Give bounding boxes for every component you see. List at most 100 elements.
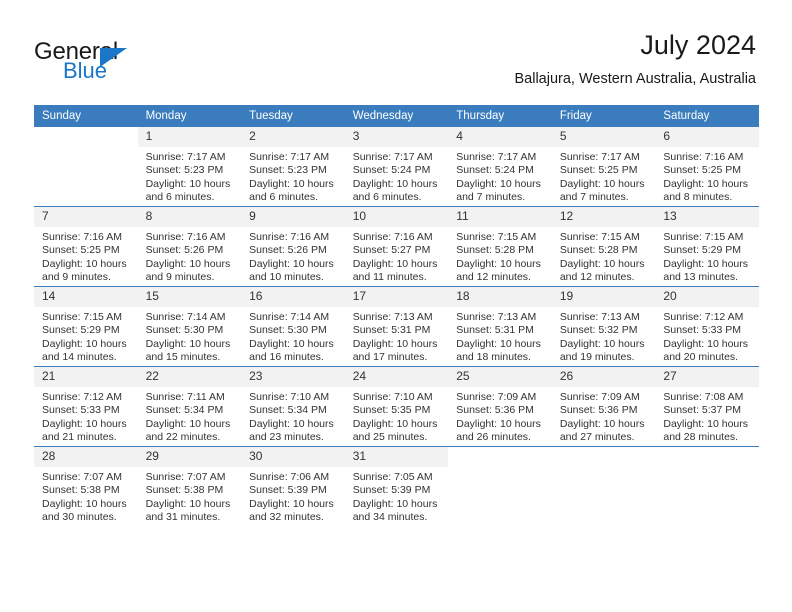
day-cell: 26 Sunrise: 7:09 AM Sunset: 5:36 PM Dayligh… [551, 367, 656, 446]
day-number: 2 [241, 127, 345, 147]
daylight-text-line1: Daylight: 10 hours [456, 257, 541, 270]
calendar-cell[interactable]: 25 Sunrise: 7:09 AM Sunset: 5:36 PM Dayligh… [448, 366, 552, 447]
sunset-text: Sunset: 5:38 PM [42, 484, 120, 497]
sunset-text: Sunset: 5:39 PM [352, 484, 431, 497]
sunrise-text: Sunrise: 7:15 AM [42, 311, 122, 323]
sunset-text: Sunset: 5:37 PM [663, 404, 742, 417]
calendar-cell[interactable]: 15 Sunrise: 7:14 AM Sunset: 5:30 PM Dayligh… [137, 286, 242, 367]
calendar-cell[interactable]: 18 Sunrise: 7:13 AM Sunset: 5:31 PM Dayligh… [448, 286, 552, 367]
calendar-cell[interactable]: 19 Sunrise: 7:13 AM Sunset: 5:32 PM Dayligh… [551, 286, 656, 367]
daylight-text-line2: and 19 minutes. [559, 351, 635, 364]
sunrise-text: Sunrise: 7:13 AM [456, 311, 537, 323]
calendar-cell[interactable]: 23 Sunrise: 7:10 AM Sunset: 5:34 PM Dayligh… [241, 366, 345, 447]
day-cell: 28 Sunrise: 7:07 AM Sunset: 5:38 PM Dayligh… [34, 447, 138, 526]
daylight-text-line2: and 21 minutes. [42, 431, 117, 444]
day-info: Sunrise: 7:17 AM Sunset: 5:25 PM Daylight:… [552, 147, 656, 205]
sunset-text: Sunset: 5:24 PM [352, 164, 431, 177]
day-number: 15 [137, 287, 242, 307]
day-cell: 11 Sunrise: 7:15 AM Sunset: 5:28 PM Dayligh… [448, 207, 552, 286]
daylight-text-line1: Daylight: 10 hours [456, 177, 541, 190]
day-info: Sunrise: 7:15 AM Sunset: 5:28 PM Daylight:… [448, 227, 552, 285]
calendar-cell[interactable]: 21 Sunrise: 7:12 AM Sunset: 5:33 PM Dayligh… [34, 366, 138, 447]
calendar-week-row: 21 Sunrise: 7:12 AM Sunset: 5:33 PM Dayligh… [34, 366, 759, 447]
sunset-text: Sunset: 5:34 PM [249, 404, 327, 417]
calendar-cell[interactable]: 26 Sunrise: 7:09 AM Sunset: 5:36 PM Dayligh… [551, 366, 656, 447]
daylight-text-line2: and 15 minutes. [145, 351, 221, 364]
day-info: Sunrise: 7:17 AM Sunset: 5:24 PM Daylight:… [448, 147, 552, 205]
sunset-text: Sunset: 5:38 PM [145, 484, 224, 497]
calendar-cell[interactable]: 27 Sunrise: 7:08 AM Sunset: 5:37 PM Dayligh… [655, 366, 759, 447]
day-number: 23 [241, 367, 345, 387]
day-info: Sunrise: 7:15 AM Sunset: 5:28 PM Daylight:… [552, 227, 656, 285]
day-cell: 25 Sunrise: 7:09 AM Sunset: 5:36 PM Dayligh… [448, 367, 552, 446]
daylight-text-line2: and 12 minutes. [456, 271, 531, 284]
title-block: July 2024 Ballajura, Western Australia, … [514, 28, 756, 90]
calendar-cell[interactable]: 8 Sunrise: 7:16 AM Sunset: 5:26 PM Daylight… [137, 206, 242, 287]
day-cell: 8 Sunrise: 7:16 AM Sunset: 5:26 PM Daylight… [137, 207, 242, 286]
sunrise-text: Sunrise: 7:16 AM [145, 231, 226, 243]
day-info: Sunrise: 7:09 AM Sunset: 5:36 PM Daylight:… [448, 387, 552, 445]
calendar-cell[interactable]: 12 Sunrise: 7:15 AM Sunset: 5:28 PM Dayligh… [551, 206, 656, 287]
day-number: 22 [137, 367, 242, 387]
calendar-cell[interactable]: 1 Sunrise: 7:17 AM Sunset: 5:23 PM Daylight… [137, 127, 242, 207]
calendar-cell[interactable]: 30 Sunrise: 7:06 AM Sunset: 5:39 PM Dayligh… [241, 446, 345, 526]
calendar-cell[interactable]: 20 Sunrise: 7:12 AM Sunset: 5:33 PM Dayligh… [655, 286, 759, 367]
calendar-cell[interactable]: 13 Sunrise: 7:15 AM Sunset: 5:29 PM Dayligh… [655, 206, 759, 287]
sunrise-text: Sunrise: 7:17 AM [145, 151, 226, 163]
calendar-cell[interactable]: 16 Sunrise: 7:14 AM Sunset: 5:30 PM Dayligh… [241, 286, 345, 367]
calendar-cell[interactable]: 9 Sunrise: 7:16 AM Sunset: 5:26 PM Daylight… [241, 206, 345, 287]
calendar-cell[interactable]: 29 Sunrise: 7:07 AM Sunset: 5:38 PM Dayligh… [137, 446, 242, 526]
day-number: 24 [344, 367, 449, 387]
sunrise-text: Sunrise: 7:09 AM [456, 391, 537, 403]
page-header: General Blue July 2024 Ballajura, Wester… [0, 0, 792, 100]
calendar-cell[interactable]: 4 Sunrise: 7:17 AM Sunset: 5:24 PM Daylight… [448, 127, 552, 207]
daylight-text-line1: Daylight: 10 hours [42, 257, 127, 270]
sunset-text: Sunset: 5:25 PM [663, 164, 742, 177]
sunrise-text: Sunrise: 7:15 AM [663, 231, 744, 243]
calendar-cell[interactable]: 5 Sunrise: 7:17 AM Sunset: 5:25 PM Daylight… [551, 127, 656, 207]
day-info: Sunrise: 7:08 AM Sunset: 5:37 PM Daylight:… [655, 387, 759, 445]
calendar-cell[interactable]: 17 Sunrise: 7:13 AM Sunset: 5:31 PM Dayligh… [344, 286, 449, 367]
day-info: Sunrise: 7:13 AM Sunset: 5:31 PM Daylight:… [345, 307, 449, 365]
sunset-text: Sunset: 5:27 PM [352, 244, 431, 257]
calendar-cell [551, 446, 656, 526]
sunrise-text: Sunrise: 7:17 AM [352, 151, 433, 163]
calendar-cell[interactable]: 24 Sunrise: 7:10 AM Sunset: 5:35 PM Dayligh… [344, 366, 449, 447]
day-cell-empty [448, 447, 552, 526]
calendar-cell[interactable]: 7 Sunrise: 7:16 AM Sunset: 5:25 PM Daylight… [34, 206, 138, 287]
calendar-header-row: Sunday Monday Tuesday Wednesday Thursday… [34, 105, 759, 127]
day-cell: 15 Sunrise: 7:14 AM Sunset: 5:30 PM Dayligh… [137, 287, 242, 366]
daylight-text-line2: and 28 minutes. [663, 431, 739, 444]
day-cell: 27 Sunrise: 7:08 AM Sunset: 5:37 PM Dayligh… [655, 367, 759, 446]
day-info: Sunrise: 7:12 AM Sunset: 5:33 PM Daylight:… [655, 307, 759, 365]
calendar-cell[interactable]: 31 Sunrise: 7:05 AM Sunset: 5:39 PM Dayligh… [344, 446, 449, 526]
calendar-cell[interactable]: 11 Sunrise: 7:15 AM Sunset: 5:28 PM Dayligh… [448, 206, 552, 287]
day-info: Sunrise: 7:11 AM Sunset: 5:34 PM Daylight:… [138, 387, 242, 445]
general-blue-logo[interactable]: General Blue [34, 38, 234, 88]
sunrise-text: Sunrise: 7:16 AM [663, 151, 744, 163]
day-number: 1 [137, 127, 242, 147]
day-number: 10 [344, 207, 449, 227]
daylight-text-line2: and 26 minutes. [456, 431, 531, 444]
sunrise-text: Sunrise: 7:13 AM [352, 311, 433, 323]
day-number [34, 127, 138, 147]
calendar-cell[interactable]: 22 Sunrise: 7:11 AM Sunset: 5:34 PM Dayligh… [137, 366, 242, 447]
calendar-cell[interactable]: 2 Sunrise: 7:17 AM Sunset: 5:23 PM Daylight… [241, 127, 345, 207]
day-cell: 10 Sunrise: 7:16 AM Sunset: 5:27 PM Dayligh… [344, 207, 449, 286]
calendar-cell[interactable]: 3 Sunrise: 7:17 AM Sunset: 5:24 PM Daylight… [344, 127, 449, 207]
day-info: Sunrise: 7:05 AM Sunset: 5:39 PM Daylight:… [345, 467, 449, 525]
sunset-text: Sunset: 5:29 PM [663, 244, 742, 257]
calendar-cell[interactable]: 28 Sunrise: 7:07 AM Sunset: 5:38 PM Dayligh… [34, 446, 138, 526]
sunrise-text: Sunrise: 7:12 AM [663, 311, 744, 323]
day-cell-empty [655, 447, 759, 526]
calendar-cell[interactable]: 6 Sunrise: 7:16 AM Sunset: 5:25 PM Daylight… [655, 127, 759, 207]
day-number: 12 [551, 207, 656, 227]
daylight-text-line1: Daylight: 10 hours [249, 417, 334, 430]
calendar-cell[interactable]: 10 Sunrise: 7:16 AM Sunset: 5:27 PM Dayligh… [344, 206, 449, 287]
daylight-text-line1: Daylight: 10 hours [559, 257, 645, 270]
daylight-text-line1: Daylight: 10 hours [249, 337, 334, 350]
day-cell: 16 Sunrise: 7:14 AM Sunset: 5:30 PM Dayligh… [241, 287, 345, 366]
calendar-cell [655, 446, 759, 526]
day-number [448, 447, 552, 467]
calendar-cell[interactable]: 14 Sunrise: 7:15 AM Sunset: 5:29 PM Dayligh… [34, 286, 138, 367]
